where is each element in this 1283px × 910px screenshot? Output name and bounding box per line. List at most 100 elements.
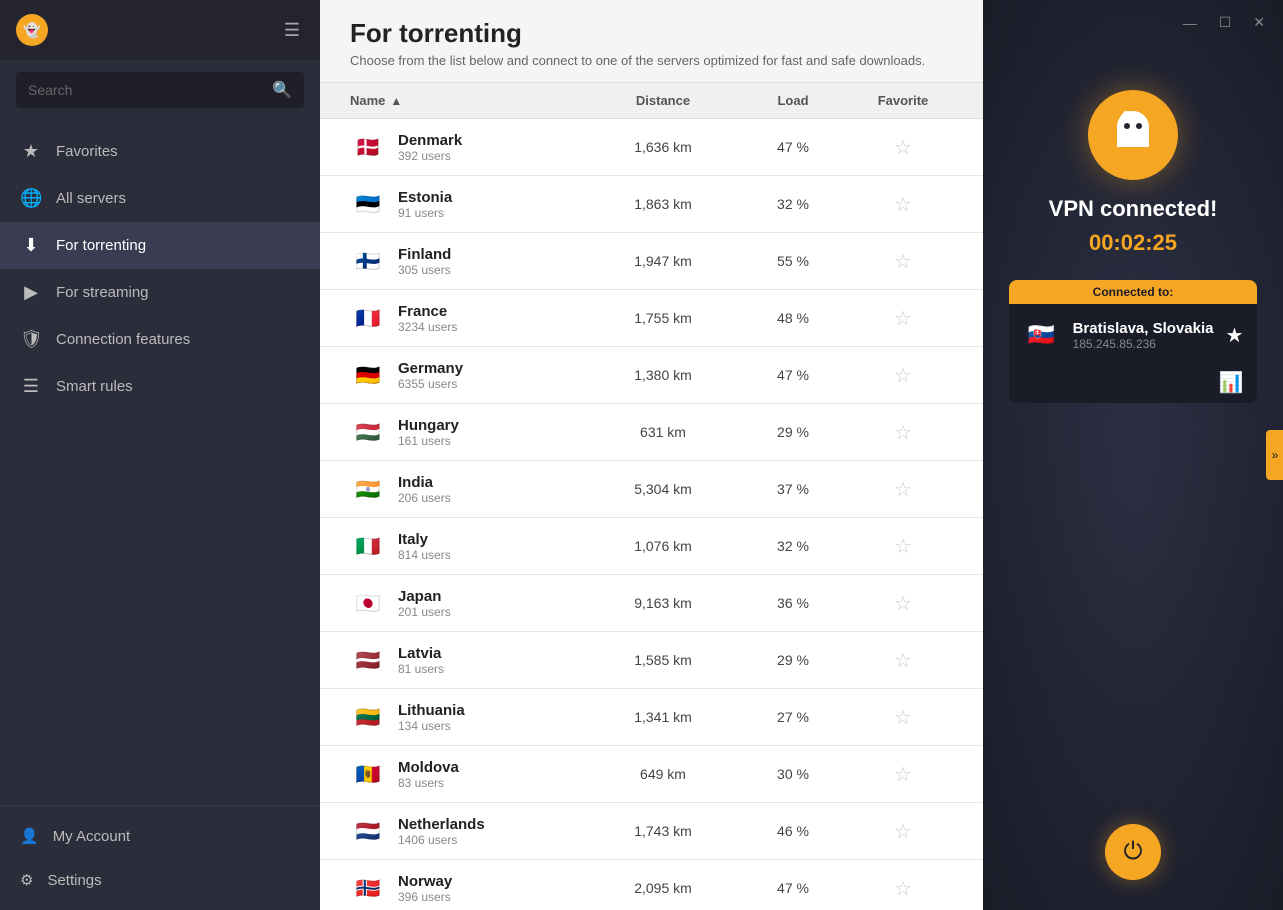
expand-panel-tab[interactable]: » xyxy=(1266,430,1283,480)
sidebar-item-connection-features[interactable]: 🛡 Connection features xyxy=(0,316,320,363)
favorite-button[interactable]: ☆ xyxy=(894,819,912,844)
stats-icon[interactable]: 📊 xyxy=(1219,372,1244,394)
power-button[interactable]: ⏻ xyxy=(1105,824,1161,880)
sidebar-item-for-streaming[interactable]: ▶ For streaming xyxy=(0,269,320,316)
connected-label: Connected to: xyxy=(1009,280,1258,304)
user-count: 206 users xyxy=(398,491,451,505)
user-count: 83 users xyxy=(398,776,459,790)
favorite-button[interactable]: ☆ xyxy=(894,477,912,502)
server-table: Name ▲ Distance Load Favorite 🇩🇰 Denmark… xyxy=(320,83,983,910)
distance-value: 1,743 km xyxy=(593,823,733,839)
main-header: For torrenting Choose from the list belo… xyxy=(320,0,983,83)
favorite-cell: ☆ xyxy=(853,762,953,787)
country-flag: 🇫🇷 xyxy=(350,300,386,336)
connection-features-icon: 🛡 xyxy=(20,329,42,350)
load-value: 32 % xyxy=(733,538,853,554)
sidebar-item-all-servers[interactable]: 🌐 All servers xyxy=(0,175,320,222)
favorite-button[interactable]: ☆ xyxy=(894,363,912,388)
favorite-button[interactable]: ☆ xyxy=(894,648,912,673)
user-count: 201 users xyxy=(398,605,451,619)
sidebar-item-label: Favorites xyxy=(56,143,118,160)
favorites-icon: ★ xyxy=(20,141,42,162)
distance-value: 1,863 km xyxy=(593,196,733,212)
favorite-cell: ☆ xyxy=(853,135,953,160)
search-input[interactable] xyxy=(28,82,264,98)
hamburger-button[interactable]: ☰ xyxy=(280,16,304,45)
country-flag: 🇱🇻 xyxy=(350,642,386,678)
table-row[interactable]: 🇱🇹 Lithuania 134 users 1,341 km 27 % ☆ xyxy=(320,689,983,746)
country-cell: 🇱🇻 Latvia 81 users xyxy=(350,642,593,678)
favorite-button[interactable]: ☆ xyxy=(894,876,912,901)
favorite-button[interactable]: ☆ xyxy=(894,762,912,787)
table-row[interactable]: 🇫🇷 France 3234 users 1,755 km 48 % ☆ xyxy=(320,290,983,347)
table-row[interactable]: 🇮🇳 India 206 users 5,304 km 37 % ☆ xyxy=(320,461,983,518)
table-row[interactable]: 🇯🇵 Japan 201 users 9,163 km 36 % ☆ xyxy=(320,575,983,632)
favorite-button[interactable]: ☆ xyxy=(894,705,912,730)
favorite-cell: ☆ xyxy=(853,420,953,445)
name-column-header[interactable]: Name ▲ xyxy=(350,93,593,108)
favorite-cell: ☆ xyxy=(853,306,953,331)
table-row[interactable]: 🇱🇻 Latvia 81 users 1,585 km 29 % ☆ xyxy=(320,632,983,689)
connected-details: Bratislava, Slovakia 185.245.85.236 xyxy=(1073,320,1214,351)
user-count: 392 users xyxy=(398,149,462,163)
sidebar-item-for-torrenting[interactable]: ⬇ For torrenting xyxy=(0,222,320,269)
country-cell: 🇩🇪 Germany 6355 users xyxy=(350,357,593,393)
table-row[interactable]: 🇩🇪 Germany 6355 users 1,380 km 47 % ☆ xyxy=(320,347,983,404)
table-row[interactable]: 🇮🇹 Italy 814 users 1,076 km 32 % ☆ xyxy=(320,518,983,575)
sidebar-item-label: Smart rules xyxy=(56,378,133,395)
favorite-button[interactable]: ☆ xyxy=(894,249,912,274)
load-value: 27 % xyxy=(733,709,853,725)
favorite-cell: ☆ xyxy=(853,819,953,844)
sidebar-item-smart-rules[interactable]: ☰ Smart rules xyxy=(0,363,320,410)
favorite-button[interactable]: ☆ xyxy=(894,192,912,217)
load-column-header[interactable]: Load xyxy=(733,93,853,108)
table-header: Name ▲ Distance Load Favorite xyxy=(320,83,983,119)
distance-value: 5,304 km xyxy=(593,481,733,497)
country-info: Denmark 392 users xyxy=(398,132,462,163)
country-name: Latvia xyxy=(398,645,444,662)
close-button[interactable]: ✕ xyxy=(1247,12,1271,33)
panel-content: VPN connected! 00:02:25 Connected to: 🇸🇰… xyxy=(1003,30,1263,403)
settings-item[interactable]: ⚙ Settings xyxy=(0,858,320,902)
user-count: 3234 users xyxy=(398,320,457,334)
table-row[interactable]: 🇩🇰 Denmark 392 users 1,636 km 47 % ☆ xyxy=(320,119,983,176)
table-row[interactable]: 🇭🇺 Hungary 161 users 631 km 29 % ☆ xyxy=(320,404,983,461)
favorite-cell: ☆ xyxy=(853,534,953,559)
connected-favorite-star[interactable]: ★ xyxy=(1225,323,1243,348)
favorite-button[interactable]: ☆ xyxy=(894,135,912,160)
distance-column-header[interactable]: Distance xyxy=(593,93,733,108)
country-flag: 🇩🇪 xyxy=(350,357,386,393)
favorite-button[interactable]: ☆ xyxy=(894,306,912,331)
country-info: India 206 users xyxy=(398,474,451,505)
favorite-button[interactable]: ☆ xyxy=(894,591,912,616)
my-account-item[interactable]: 👤 My Account xyxy=(0,814,320,858)
distance-value: 1,380 km xyxy=(593,367,733,383)
country-cell: 🇯🇵 Japan 201 users xyxy=(350,585,593,621)
table-row[interactable]: 🇫🇮 Finland 305 users 1,947 km 55 % ☆ xyxy=(320,233,983,290)
user-count: 134 users xyxy=(398,719,465,733)
account-icon: 👤 xyxy=(20,827,39,845)
country-name: Hungary xyxy=(398,417,459,434)
country-flag: 🇫🇮 xyxy=(350,243,386,279)
sidebar-item-favorites[interactable]: ★ Favorites xyxy=(0,128,320,175)
table-row[interactable]: 🇳🇱 Netherlands 1406 users 1,743 km 46 % … xyxy=(320,803,983,860)
country-cell: 🇭🇺 Hungary 161 users xyxy=(350,414,593,450)
table-row[interactable]: 🇪🇪 Estonia 91 users 1,863 km 32 % ☆ xyxy=(320,176,983,233)
favorite-button[interactable]: ☆ xyxy=(894,534,912,559)
favorite-button[interactable]: ☆ xyxy=(894,420,912,445)
table-row[interactable]: 🇳🇴 Norway 396 users 2,095 km 47 % ☆ xyxy=(320,860,983,910)
country-flag: 🇱🇹 xyxy=(350,699,386,735)
user-count: 1406 users xyxy=(398,833,485,847)
logo-area: 👻 xyxy=(16,14,48,46)
user-count: 81 users xyxy=(398,662,444,676)
country-flag: 🇩🇰 xyxy=(350,129,386,165)
maximize-button[interactable]: ☐ xyxy=(1213,12,1238,33)
table-row[interactable]: 🇲🇩 Moldova 83 users 649 km 30 % ☆ xyxy=(320,746,983,803)
favorite-cell: ☆ xyxy=(853,705,953,730)
vpn-timer: 00:02:25 xyxy=(1089,230,1177,256)
minimize-button[interactable]: — xyxy=(1177,12,1203,33)
country-flag: 🇳🇴 xyxy=(350,870,386,906)
sidebar: 👻 ☰ 🔍 ★ Favorites 🌐 All servers ⬇ For to… xyxy=(0,0,320,910)
search-icon[interactable]: 🔍 xyxy=(272,80,292,100)
distance-value: 1,076 km xyxy=(593,538,733,554)
